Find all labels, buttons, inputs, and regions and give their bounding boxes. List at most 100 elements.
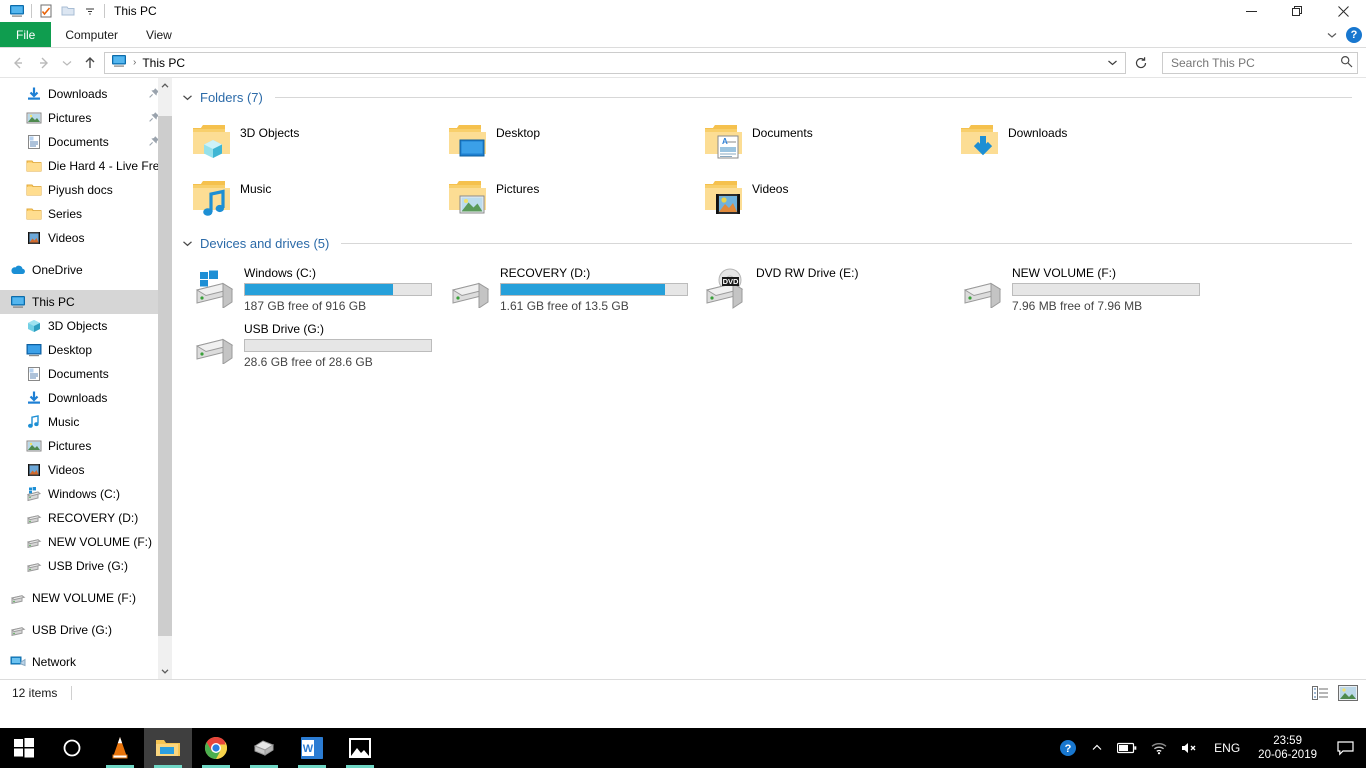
folder-tile[interactable]: 3D Objects [186,114,442,170]
customize-dropdown-icon[interactable] [79,1,101,21]
folders-grid: 3D ObjectsDesktopADocumentsDownloads Musi… [172,108,1366,226]
this-pc-icon[interactable] [6,1,28,21]
action-center-icon[interactable] [1327,728,1366,768]
folder-tile[interactable]: Music [186,170,442,226]
large-icons-view-button[interactable] [1336,683,1360,703]
status-bar: 12 items [0,679,1366,705]
chevron-down-icon[interactable] [180,92,194,103]
restore-button[interactable] [1274,0,1320,22]
file-explorer-taskbar-button[interactable] [144,728,192,768]
folder-tile[interactable]: Videos [698,170,954,226]
sidebar-item-music[interactable]: Music [0,410,172,434]
view-mode-buttons [1308,683,1360,703]
sidebar-item-videos[interactable]: Videos [0,226,172,250]
tab-file[interactable]: File [0,22,51,47]
folder-tile[interactable]: ADocuments [698,114,954,170]
language-indicator[interactable]: ENG [1206,741,1248,755]
sidebar-item-label: Piyush docs [48,183,113,197]
drive-free-space: 7.96 MB free of 7.96 MB [1012,299,1200,313]
sidebar-item-windows-c[interactable]: Windows (C:) [0,482,172,506]
sidebar-item-pictures[interactable]: Pictures [0,434,172,458]
previous-locations-icon[interactable] [1101,53,1123,73]
sidebar-item-pictures[interactable]: Pictures [0,106,172,130]
sidebar-item-usb-drive-g[interactable]: USB Drive (G:) [0,554,172,578]
tab-view[interactable]: View [132,22,186,47]
photos-taskbar-button[interactable] [336,728,384,768]
folder-tile-label: Documents [752,116,813,140]
scrollbar-thumb[interactable] [158,116,172,636]
close-button[interactable] [1320,0,1366,22]
help-icon[interactable]: ? [1052,728,1084,768]
search-input[interactable]: Search This PC [1162,52,1358,74]
wifi-icon[interactable] [1144,728,1174,768]
folder-tile[interactable]: Pictures [442,170,698,226]
word-taskbar-button[interactable]: W [288,728,336,768]
folder-tile[interactable]: Downloads [954,114,1210,170]
search-icon[interactable] [1340,55,1353,71]
sidebar-spacer [0,642,172,650]
folder-icon [26,182,42,198]
clock[interactable]: 23:59 20-06-2019 [1248,734,1327,762]
drive-tile[interactable]: Windows (C:)187 GB free of 916 GB [186,262,442,318]
vlc-taskbar-button[interactable] [96,728,144,768]
sidebar-item-network[interactable]: Network [0,650,172,674]
folder-desktop-icon [442,116,496,168]
show-hidden-icons[interactable] [1084,728,1110,768]
battery-icon[interactable] [1110,728,1144,768]
breadcrumb-this-pc[interactable]: This PC [142,56,185,70]
up-button[interactable] [78,51,102,75]
usb-tool-taskbar-button[interactable] [240,728,288,768]
forward-button[interactable] [32,51,56,75]
chevron-down-icon[interactable] [180,238,194,249]
back-button[interactable] [6,51,30,75]
sidebar-item-label: NEW VOLUME (F:) [48,535,152,549]
sidebar-item-onedrive[interactable]: OneDrive [0,258,172,282]
sidebar-item-this-pc[interactable]: This PC [0,290,172,314]
this-pc-icon [111,53,127,72]
sidebar-item-new-volume-f[interactable]: NEW VOLUME (F:) [0,586,172,610]
navigation-pane: DownloadsPicturesDocumentsDie Hard 4 - L… [0,78,172,679]
sidebar-item-new-volume-f[interactable]: NEW VOLUME (F:) [0,530,172,554]
help-icon[interactable]: ? [1346,27,1362,43]
folders-group-header[interactable]: Folders (7) [172,86,1366,108]
properties-icon[interactable] [35,1,57,21]
scroll-up-arrow-icon[interactable] [158,78,172,94]
scroll-down-arrow-icon[interactable] [158,663,172,679]
sidebar-item-usb-drive-g[interactable]: USB Drive (G:) [0,618,172,642]
sidebar-item-documents[interactable]: Documents [0,130,172,154]
cortana-button[interactable] [48,728,96,768]
folder-tile[interactable]: Desktop [442,114,698,170]
sidebar-item-recovery-d[interactable]: RECOVERY (D:) [0,506,172,530]
breadcrumb[interactable]: › This PC [111,53,185,72]
sidebar-item-series[interactable]: Series [0,202,172,226]
drive-tile[interactable]: NEW VOLUME (F:)7.96 MB free of 7.96 MB [954,262,1210,318]
minimize-button[interactable] [1228,0,1274,22]
address-input[interactable]: › This PC [104,52,1126,74]
drive-info: NEW VOLUME (F:)7.96 MB free of 7.96 MB [1012,262,1200,313]
refresh-button[interactable] [1130,52,1152,74]
sidebar-item-die-hard-4-live-free-c[interactable]: Die Hard 4 - Live Free C [0,154,172,178]
volume-muted-icon[interactable] [1174,728,1206,768]
tab-computer[interactable]: Computer [51,22,132,47]
devices-group-header[interactable]: Devices and drives (5) [172,232,1366,254]
chrome-taskbar-button[interactable] [192,728,240,768]
sidebar-item-videos[interactable]: Videos [0,458,172,482]
drive-tile[interactable]: RECOVERY (D:)1.61 GB free of 13.5 GB [442,262,698,318]
drive-tile[interactable]: USB Drive (G:)28.6 GB free of 28.6 GB [186,318,442,374]
sidebar-item-label: Downloads [48,391,107,405]
recent-locations-button[interactable] [58,51,76,75]
new-folder-icon[interactable] [57,1,79,21]
sidebar-scrollbar[interactable] [158,78,172,679]
file-list-pane[interactable]: Folders (7) 3D ObjectsDesktopADocumentsD… [172,78,1366,679]
details-view-button[interactable] [1308,683,1332,703]
sidebar-item-documents[interactable]: Documents [0,362,172,386]
chevron-down-icon[interactable] [1324,27,1340,43]
sidebar-item-3d-objects[interactable]: 3D Objects [0,314,172,338]
sidebar-item-piyush-docs[interactable]: Piyush docs [0,178,172,202]
drive-tile[interactable]: DVDDVD RW Drive (E:) [698,262,954,318]
folder-tile-label: Pictures [496,172,539,196]
sidebar-item-downloads[interactable]: Downloads [0,82,172,106]
start-button[interactable] [0,728,48,768]
sidebar-item-downloads[interactable]: Downloads [0,386,172,410]
sidebar-item-desktop[interactable]: Desktop [0,338,172,362]
